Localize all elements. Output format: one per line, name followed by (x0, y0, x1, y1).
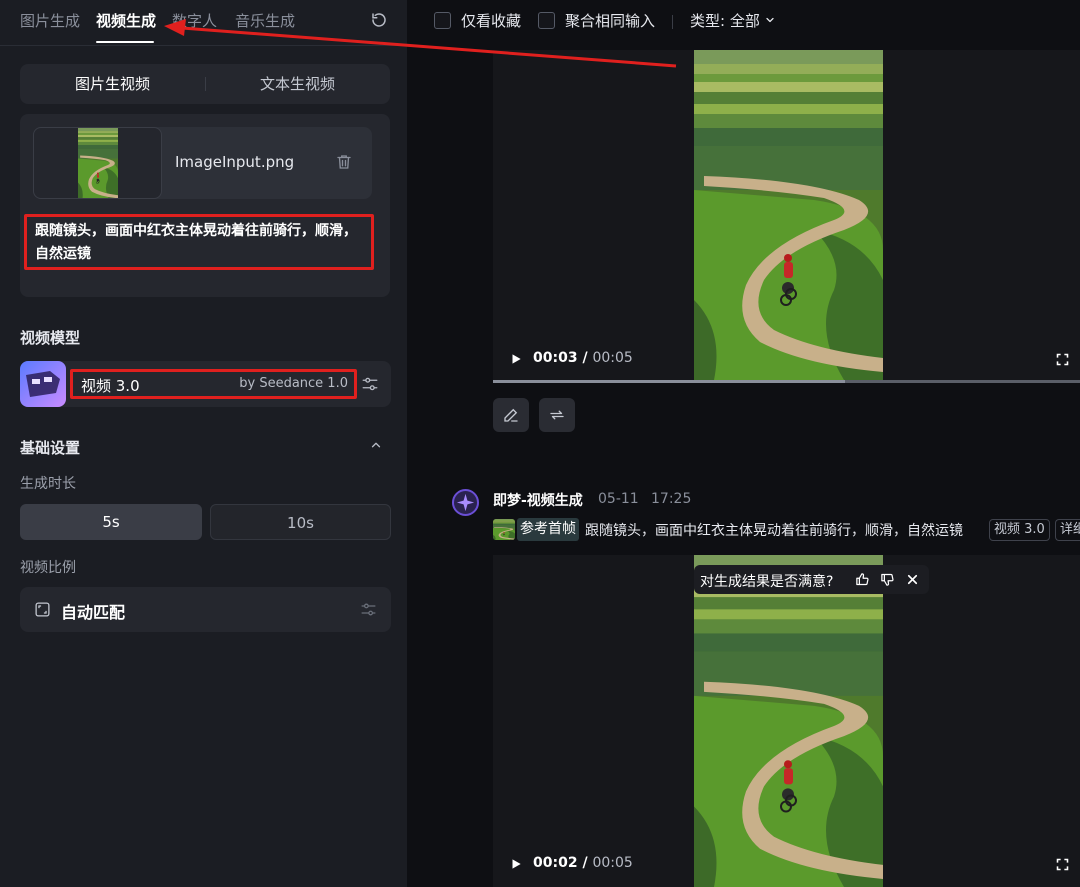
top-tabs: 图片生成 视频生成 数字人 音乐生成 (0, 0, 407, 46)
fullscreen-icon[interactable] (1055, 352, 1070, 367)
model-name-box[interactable]: 视频 3.0 by Seedance 1.0 (70, 369, 357, 399)
fav-only-label: 仅看收藏 (461, 12, 522, 30)
mode-text-to-video[interactable]: 文本生视频 (205, 64, 390, 104)
video1-total-time: 00:05 (592, 350, 633, 366)
aspect-ratio-icon (35, 602, 50, 617)
input-card: ImageInput.png 跟随镜头，画面中红衣主体晃动着往前骑行，顺滑，自然… (20, 114, 390, 297)
video-frame-1 (694, 50, 883, 380)
fullscreen-icon[interactable] (1055, 857, 1070, 872)
tab-digital-human[interactable]: 数字人 (172, 10, 217, 31)
ratio-sliders-icon[interactable] (360, 601, 377, 618)
type-filter[interactable]: 类型: 全部 (690, 10, 760, 31)
video-progress-bar[interactable] (493, 380, 1080, 383)
video2-total-time: 00:05 (592, 855, 633, 871)
avatar (452, 489, 479, 516)
video-frame-2 (694, 555, 883, 887)
close-icon[interactable] (905, 572, 920, 587)
duration-10s-button[interactable]: 10s (210, 504, 391, 540)
pencil-icon (504, 408, 518, 422)
regenerate-button[interactable] (539, 398, 575, 432)
repeat-icon (550, 410, 564, 420)
ratio-value: 自动匹配 (61, 603, 126, 622)
model-name: 视频 3.0 (81, 377, 140, 395)
fav-only-checkbox[interactable] (434, 12, 451, 29)
thumbs-down-icon[interactable] (880, 572, 895, 587)
model-section-title: 视频模型 (20, 329, 81, 347)
video1-current-time: 00:03 (533, 350, 578, 366)
thumbs-up-icon[interactable] (855, 572, 870, 587)
model-logo-icon (20, 361, 66, 407)
refresh-icon[interactable] (370, 11, 388, 29)
play-icon[interactable] (509, 352, 523, 366)
uploaded-file[interactable]: ImageInput.png (33, 127, 372, 199)
file-name: ImageInput.png (175, 153, 295, 171)
chevron-down-icon[interactable] (764, 14, 776, 26)
ratio-selector[interactable]: 自动匹配 (20, 587, 391, 632)
image-thumbnail-picture (78, 128, 118, 198)
tab-video-gen[interactable]: 视频生成 (96, 10, 156, 31)
chevron-up-icon[interactable] (369, 438, 383, 452)
play-icon[interactable] (509, 857, 523, 871)
duration-5s-button[interactable]: 5s (20, 504, 202, 540)
mode-image-to-video[interactable]: 图片生视频 (20, 64, 205, 104)
video-progress-fill (493, 380, 846, 383)
merge-same-label: 聚合相同输入 (565, 12, 656, 30)
feedback-bar: 对生成结果是否满意? (694, 565, 929, 594)
duration-label: 生成时长 (20, 476, 76, 492)
video-player-1[interactable]: 00:03 / 00:05 (493, 50, 1080, 380)
model-selector[interactable]: 视频 3.0 by Seedance 1.0 (20, 361, 391, 407)
generation-time: 17:25 (651, 491, 692, 507)
tab-music-gen[interactable]: 音乐生成 (235, 10, 295, 31)
model-provider: by Seedance 1.0 (239, 376, 348, 391)
image-thumbnail[interactable] (33, 127, 162, 199)
mode-divider (205, 77, 206, 91)
video-time-1: 00:03 / 00:05 (533, 350, 633, 366)
left-panel: 图片生成 视频生成 数字人 音乐生成 图片生视频 文本生视频 ImageInpu… (0, 0, 407, 887)
generation-source: 即梦-视频生成 (493, 493, 583, 509)
reference-thumbnail[interactable] (493, 519, 515, 540)
video-player-2[interactable]: 00:02 / 00:05 (493, 555, 1080, 887)
filter-divider (672, 15, 673, 29)
edit-button[interactable] (493, 398, 529, 432)
tab-image-gen[interactable]: 图片生成 (20, 10, 80, 31)
ratio-label: 视频比例 (20, 560, 76, 576)
merge-same-checkbox[interactable] (538, 12, 555, 29)
trash-icon[interactable] (335, 153, 353, 171)
reference-thumbnail-picture (493, 519, 515, 540)
sparkle-icon (456, 493, 475, 512)
video-time-2: 00:02 / 00:05 (533, 855, 633, 871)
feedback-question: 对生成结果是否满意? (700, 574, 834, 590)
filter-bar: 仅看收藏 聚合相同输入 类型: 全部 (416, 0, 1080, 46)
video2-current-time: 00:02 (533, 855, 578, 871)
prompt-input[interactable]: 跟随镜头，画面中红衣主体晃动着往前骑行，顺滑，自然运镜 (24, 214, 374, 270)
model-tag: 视频 3.0 (989, 519, 1050, 541)
detail-tag[interactable]: 详细 (1055, 519, 1080, 541)
basic-settings-title: 基础设置 (20, 439, 81, 457)
generation-date: 05-11 (598, 491, 639, 507)
active-tab-indicator (96, 41, 154, 43)
reference-frame-tag: 参考首帧 (517, 518, 579, 541)
generation-prompt: 跟随镜头，画面中红衣主体晃动着往前骑行，顺滑，自然运镜 (585, 523, 963, 539)
sliders-icon[interactable] (361, 375, 379, 393)
